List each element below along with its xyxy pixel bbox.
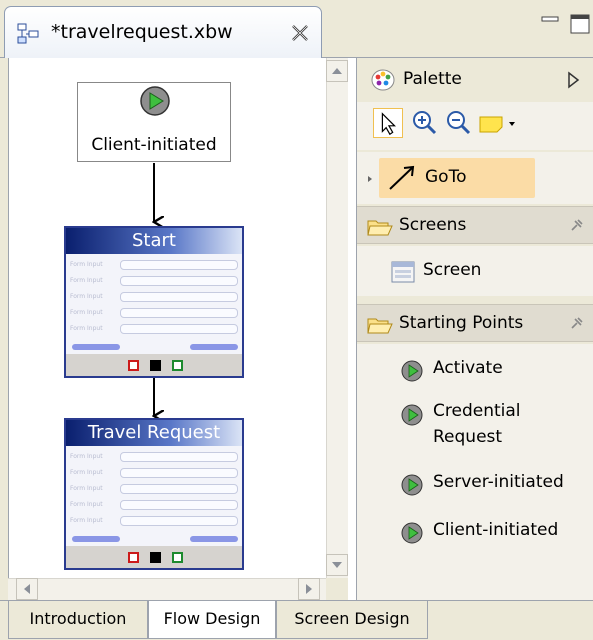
goto-tool-row: GoTo: [357, 152, 593, 204]
folder-icon: [367, 220, 393, 236]
palette-item-label: Screen: [423, 260, 482, 280]
success-connector[interactable]: [172, 360, 183, 371]
arrow-down-icon: [332, 562, 342, 568]
form-label: Form Input: [70, 501, 103, 508]
tab-screen-design[interactable]: Screen Design: [276, 601, 428, 639]
starting-points-drawer-label: Starting Points: [399, 313, 524, 333]
travel-request-screen-title: Travel Request: [66, 420, 242, 446]
starting-points-drawer-body: Activate Credential Request Server-initi…: [357, 344, 593, 600]
arrow-right-icon: [306, 584, 312, 594]
form-label: Form Input: [70, 325, 103, 332]
vertical-scrollbar[interactable]: [326, 58, 348, 578]
screens-drawer-body: Screen: [357, 246, 593, 296]
expand-icon[interactable]: [365, 174, 375, 184]
play-icon: [140, 86, 170, 116]
editor-tab-bar: *travelrequest.xbw: [0, 0, 593, 58]
screens-drawer-label: Screens: [399, 215, 467, 235]
play-icon: [401, 360, 423, 382]
success-connector[interactable]: [172, 552, 183, 563]
client-initiated-node-label: Client-initiated: [91, 135, 217, 155]
palette-icon: [371, 69, 395, 91]
form-label: Form Input: [70, 293, 103, 300]
minimize-icon[interactable]: [541, 16, 559, 28]
preview-button: [190, 536, 238, 542]
screen-connector-bar: [66, 546, 242, 568]
form-label: Form Input: [70, 261, 103, 268]
form-field: [120, 468, 238, 478]
horizontal-scrollbar[interactable]: [8, 578, 326, 600]
form-field: [120, 452, 238, 462]
palette-panel: Palette GoTo Screens Screen Starting Poi…: [356, 58, 593, 600]
error-connector[interactable]: [128, 552, 139, 563]
bottom-tab-bar: Introduction Flow Design Screen Design: [0, 600, 593, 640]
form-field: [120, 500, 238, 510]
play-icon: [401, 522, 423, 544]
preview-button: [72, 344, 120, 350]
form-label: Form Input: [70, 485, 103, 492]
flow-canvas[interactable]: Client-initiated Start Form Input Form I…: [8, 58, 356, 600]
scroll-right-button[interactable]: [298, 578, 320, 600]
form-field: [120, 276, 238, 286]
screen-preview-body: Form Input Form Input Form Input Form In…: [66, 254, 242, 354]
scrollbar-corner: [326, 578, 348, 600]
palette-toolbar: [357, 102, 593, 150]
travel-request-screen-node[interactable]: Travel Request Form Input Form Input For…: [64, 418, 244, 570]
scroll-left-button[interactable]: [16, 578, 38, 600]
form-field: [120, 260, 238, 270]
palette-item-label: Credential Request: [433, 401, 521, 447]
palette-item-label: Activate: [433, 358, 503, 378]
client-initiated-node[interactable]: Client-initiated: [77, 82, 231, 162]
pin-icon[interactable]: [569, 217, 585, 233]
form-label: Form Input: [70, 469, 103, 476]
goto-tool[interactable]: GoTo: [379, 158, 535, 198]
folder-icon: [367, 318, 393, 334]
zoom-out-icon[interactable]: [443, 108, 473, 138]
start-screen-node[interactable]: Start Form Input Form Input Form Input F…: [64, 226, 244, 378]
form-label: Form Input: [70, 309, 103, 316]
default-connector[interactable]: [150, 360, 161, 371]
scroll-down-button[interactable]: [326, 554, 348, 576]
form-label: Form Input: [70, 277, 103, 284]
screen-preview-body: Form Input Form Input Form Input Form In…: [66, 446, 242, 546]
play-icon: [401, 474, 423, 496]
palette-title: Palette: [403, 69, 462, 89]
note-tool-icon[interactable]: [477, 108, 517, 138]
palette-header[interactable]: Palette: [357, 58, 593, 100]
form-field: [120, 516, 238, 526]
screens-drawer-header[interactable]: Screens: [357, 206, 593, 244]
form-field: [120, 324, 238, 334]
xbw-file-icon: [17, 23, 39, 44]
form-label: Form Input: [70, 453, 103, 460]
default-connector[interactable]: [150, 552, 161, 563]
arrow-left-icon: [24, 584, 30, 594]
error-connector[interactable]: [128, 360, 139, 371]
tab-introduction[interactable]: Introduction: [8, 601, 148, 639]
goto-label: GoTo: [425, 167, 467, 187]
close-icon[interactable]: [289, 22, 311, 44]
pin-icon[interactable]: [569, 315, 585, 331]
preview-button: [72, 536, 120, 542]
screen-connector-bar: [66, 354, 242, 376]
palette-item-label: Server-initiated: [433, 472, 564, 492]
start-screen-title: Start: [66, 228, 242, 254]
form-label: Form Input: [70, 517, 103, 524]
play-icon: [401, 404, 423, 426]
arrow-up-icon: [332, 68, 342, 74]
tab-flow-design[interactable]: Flow Design: [148, 601, 276, 639]
scroll-up-button[interactable]: [326, 60, 348, 82]
form-field: [120, 308, 238, 318]
select-tool-icon[interactable]: [373, 108, 403, 138]
preview-button: [190, 344, 238, 350]
palette-item-label: Client-initiated: [433, 520, 559, 540]
screen-icon: [391, 261, 415, 283]
maximize-icon[interactable]: [570, 14, 590, 34]
form-field: [120, 292, 238, 302]
starting-points-drawer-header[interactable]: Starting Points: [357, 304, 593, 342]
form-field: [120, 484, 238, 494]
zoom-in-icon[interactable]: [409, 108, 439, 138]
arrow-connector-icon: [389, 165, 415, 190]
collapse-palette-icon[interactable]: [563, 70, 583, 90]
editor-tab-title: *travelrequest.xbw: [51, 21, 233, 43]
editor-tab-travelrequest[interactable]: *travelrequest.xbw: [4, 6, 322, 58]
